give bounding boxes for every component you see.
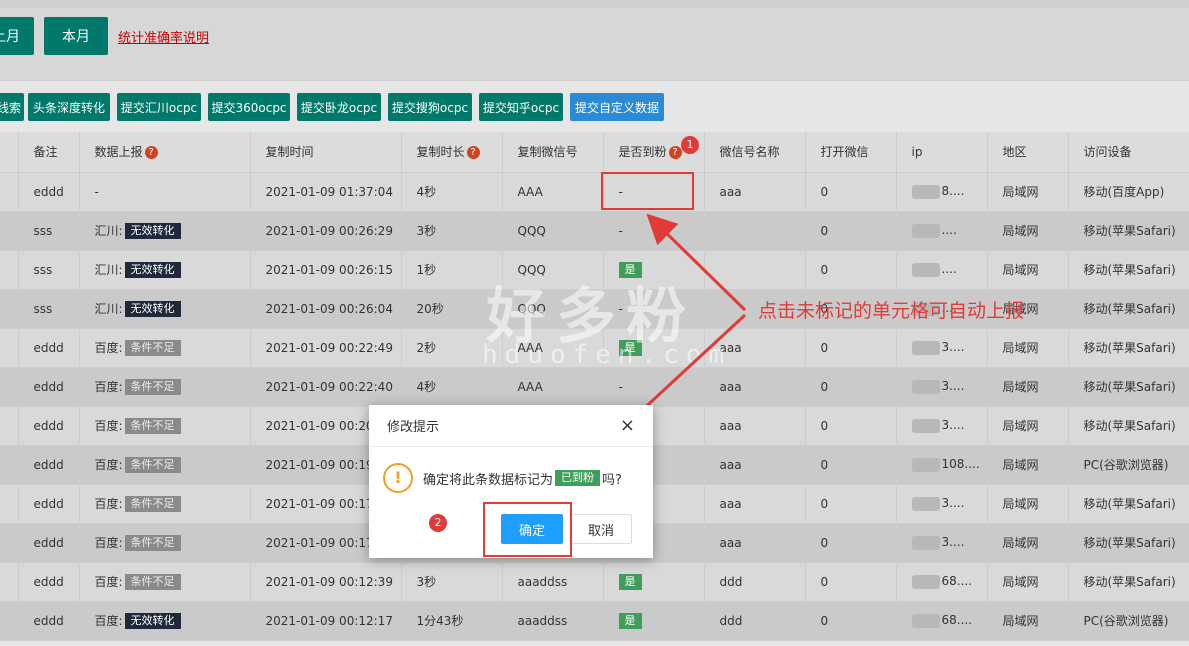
dialog-message-prefix: 确定将此条数据标记为	[423, 472, 554, 488]
annotation-text: 点击未标记的单元格可自动上报	[758, 300, 1025, 322]
fan-status-tag: 已到粉	[555, 470, 601, 486]
warning-icon: !	[383, 463, 413, 493]
dialog-header: 修改提示 ×	[369, 405, 653, 447]
step-2-badge: 2	[429, 514, 447, 532]
arrow-to-cell	[646, 213, 747, 312]
dialog-title: 修改提示	[387, 420, 440, 435]
highlight-confirm-button	[483, 502, 572, 557]
dialog-body: ! 确定将此条数据标记为 已到粉 吗?	[383, 463, 622, 493]
close-icon[interactable]: ×	[620, 415, 635, 436]
cancel-button[interactable]: 取消	[570, 514, 632, 544]
dialog-message-suffix: 吗?	[602, 472, 622, 488]
